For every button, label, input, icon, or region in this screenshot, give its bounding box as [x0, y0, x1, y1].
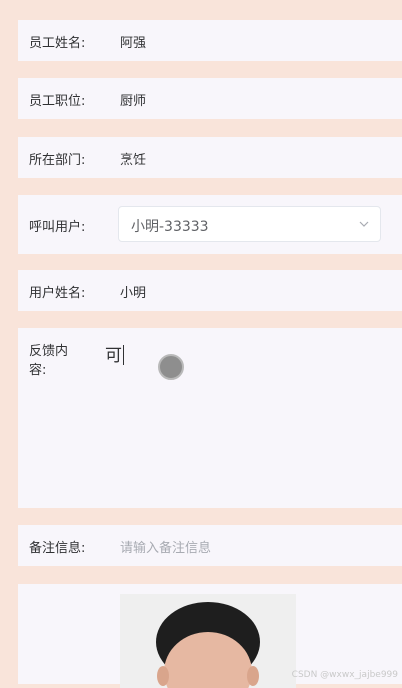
remark-row: 备注信息: 请输入备注信息: [18, 525, 402, 566]
employee-position-label: 员工职位:: [29, 94, 86, 109]
remark-input[interactable]: 请输入备注信息: [120, 537, 211, 556]
feedback-row: 反馈内容: 可: [18, 328, 402, 508]
feedback-label: 反馈内容:: [29, 344, 69, 378]
feedback-textarea[interactable]: 可: [98, 332, 398, 502]
employee-name-row: 员工姓名: 阿强: [18, 20, 402, 61]
remark-label: 备注信息:: [29, 541, 86, 556]
person-photo: [120, 594, 296, 688]
user-name-row: 用户姓名: 小明: [18, 270, 402, 311]
department-label: 所在部门:: [29, 153, 86, 168]
department-value: 烹饪: [120, 153, 147, 168]
employee-name-value: 阿强: [120, 36, 147, 51]
text-caret: [123, 345, 124, 365]
call-user-select[interactable]: 小明-33333: [118, 206, 381, 242]
chevron-down-icon[interactable]: [358, 218, 370, 230]
employee-name-label: 员工姓名:: [29, 36, 86, 51]
touch-indicator: [158, 354, 184, 380]
person-photo-image: [120, 594, 296, 688]
department-row: 所在部门: 烹饪: [18, 137, 402, 178]
call-user-row: 呼叫用户: 小明-33333: [18, 195, 402, 254]
employee-position-row: 员工职位: 厨师: [18, 78, 402, 119]
feedback-value: 可: [105, 346, 122, 366]
user-name-label: 用户姓名:: [29, 286, 86, 301]
watermark: CSDN @wxwx_jajbe999: [291, 670, 398, 680]
employee-position-value: 厨师: [120, 94, 147, 109]
call-user-label: 呼叫用户:: [29, 220, 86, 235]
feedback-text: 可: [105, 341, 124, 366]
photo-row: [18, 584, 402, 688]
call-user-selected-value: 小明-33333: [131, 219, 209, 235]
user-name-value: 小明: [120, 286, 147, 301]
